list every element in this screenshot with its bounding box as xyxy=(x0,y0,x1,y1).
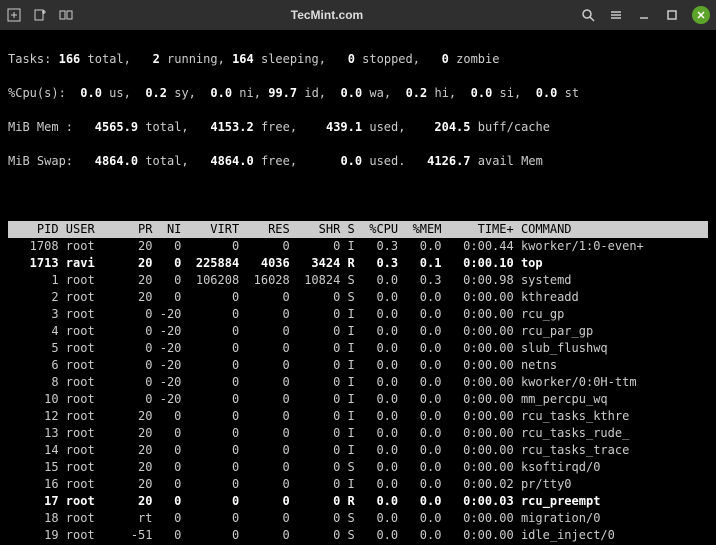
new-window-icon[interactable] xyxy=(32,7,48,23)
table-row: 13 root 20 0 0 0 0 I 0.0 0.0 0:00.00 rcu… xyxy=(8,425,708,442)
table-row: 2 root 20 0 0 0 0 S 0.0 0.0 0:00.00 kthr… xyxy=(8,289,708,306)
table-row: 1713 ravi 20 0 225884 4036 3424 R 0.3 0.… xyxy=(8,255,708,272)
summary-swap: MiB Swap: 4864.0 total, 4864.0 free, 0.0… xyxy=(8,153,708,170)
menu-icon[interactable] xyxy=(608,7,624,23)
table-row: 8 root 0 -20 0 0 0 I 0.0 0.0 0:00.00 kwo… xyxy=(8,374,708,391)
table-row: 16 root 20 0 0 0 0 I 0.0 0.0 0:00.02 pr/… xyxy=(8,476,708,493)
maximize-icon[interactable] xyxy=(664,7,680,23)
process-list: PID USER PR NI VIRT RES SHR S %CPU %MEM … xyxy=(8,221,708,545)
table-row: 4 root 0 -20 0 0 0 I 0.0 0.0 0:00.00 rcu… xyxy=(8,323,708,340)
table-row: 10 root 0 -20 0 0 0 I 0.0 0.0 0:00.00 mm… xyxy=(8,391,708,408)
table-row: 12 root 20 0 0 0 0 I 0.0 0.0 0:00.00 rcu… xyxy=(8,408,708,425)
table-row: 1708 root 20 0 0 0 0 I 0.3 0.0 0:00.44 k… xyxy=(8,238,708,255)
table-row: 14 root 20 0 0 0 0 I 0.0 0.0 0:00.00 rcu… xyxy=(8,442,708,459)
table-row: 3 root 0 -20 0 0 0 I 0.0 0.0 0:00.00 rcu… xyxy=(8,306,708,323)
table-row: 15 root 20 0 0 0 0 S 0.0 0.0 0:00.00 kso… xyxy=(8,459,708,476)
summary-tasks: Tasks: 166 total, 2 running, 164 sleepin… xyxy=(8,51,708,68)
minimize-icon[interactable] xyxy=(636,7,652,23)
titlebar-left xyxy=(6,7,74,23)
terminal-body[interactable]: Tasks: 166 total, 2 running, 164 sleepin… xyxy=(0,30,716,545)
table-row: 1 root 20 0 106208 16028 10824 S 0.0 0.3… xyxy=(8,272,708,289)
split-icon[interactable] xyxy=(58,7,74,23)
table-row: 18 root rt 0 0 0 0 S 0.0 0.0 0:00.00 mig… xyxy=(8,510,708,527)
column-header: PID USER PR NI VIRT RES SHR S %CPU %MEM … xyxy=(8,221,708,238)
table-row: 19 root -51 0 0 0 0 S 0.0 0.0 0:00.00 id… xyxy=(8,527,708,544)
new-tab-icon[interactable] xyxy=(6,7,22,23)
titlebar-right xyxy=(580,6,710,24)
terminal-window: TecMint.com Tasks: 166 total, 2 running,… xyxy=(0,0,716,545)
table-row: 6 root 0 -20 0 0 0 I 0.0 0.0 0:00.00 net… xyxy=(8,357,708,374)
close-icon[interactable] xyxy=(692,6,710,24)
summary-cpu: %Cpu(s): 0.0 us, 0.2 sy, 0.0 ni, 99.7 id… xyxy=(8,85,708,102)
table-row: 17 root 20 0 0 0 0 R 0.0 0.0 0:00.03 rcu… xyxy=(8,493,708,510)
window-title: TecMint.com xyxy=(74,8,580,22)
titlebar: TecMint.com xyxy=(0,0,716,30)
summary-mem: MiB Mem : 4565.9 total, 4153.2 free, 439… xyxy=(8,119,708,136)
search-icon[interactable] xyxy=(580,7,596,23)
table-row: 5 root 0 -20 0 0 0 I 0.0 0.0 0:00.00 slu… xyxy=(8,340,708,357)
blank-line xyxy=(8,187,708,204)
